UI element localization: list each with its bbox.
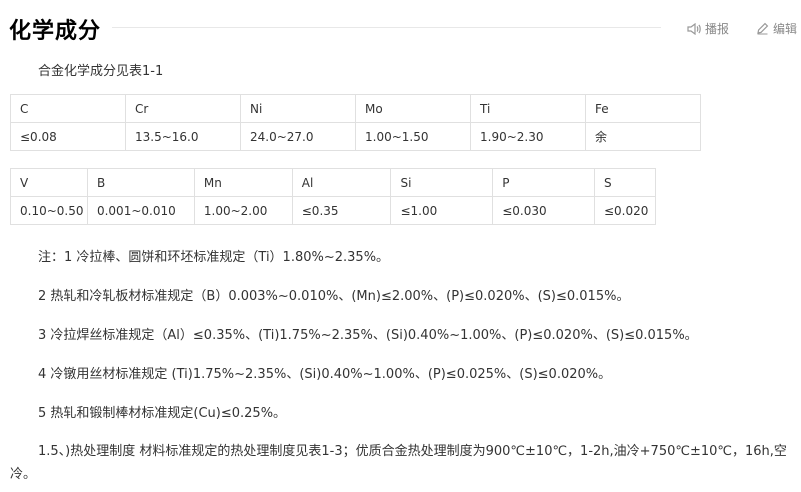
table-cell: Mn: [193, 168, 293, 197]
table-row: ≤0.08 13.5~16.0 24.0~27.0 1.00~1.50 1.90…: [10, 122, 701, 151]
table-row: 0.10~0.50 0.001~0.010 1.00~2.00 ≤0.35 ≤1…: [10, 196, 657, 225]
table-cell: Al: [291, 168, 392, 197]
page-title: 化学成分: [9, 19, 102, 44]
table-cell: B: [86, 168, 195, 197]
table-cell: C: [10, 94, 126, 123]
table-cell: ≤1.00: [390, 196, 494, 225]
table-cell: ≤0.030: [492, 196, 595, 225]
table-cell: P: [492, 168, 595, 197]
table-cell: ≤0.020: [593, 196, 657, 225]
heat-treatment-paragraph: 1.5、)热处理制度 材料标准规定的热处理制度见表1-3；优质合金热处理制度为9…: [10, 444, 787, 482]
table-cell: 0.001~0.010: [86, 196, 195, 225]
header-divider: [112, 27, 661, 28]
speaker-icon: [687, 22, 701, 35]
section-header: 化学成分 播报 编辑: [0, 0, 801, 56]
table-header-row: C Cr Ni Mo Ti Fe: [10, 94, 701, 123]
composition-table-2: V B Mn Al Si P S 0.10~0.50 0.001~0.010 1…: [10, 168, 657, 225]
table-cell: ≤0.08: [10, 122, 126, 151]
intro-text: 合金化学成分见表1-1: [38, 64, 164, 79]
table-cell: Si: [390, 168, 494, 197]
table-header-row: V B Mn Al Si P S: [10, 168, 657, 197]
edit-button[interactable]: 编辑: [756, 20, 797, 37]
table-cell: Ti: [470, 94, 586, 123]
pencil-icon: [757, 22, 769, 35]
table-cell: Cr: [125, 94, 241, 123]
table-cell: Mo: [355, 94, 471, 123]
table-cell: 24.0~27.0: [240, 122, 356, 151]
table-cell: Fe: [585, 94, 701, 123]
table-cell: S: [593, 168, 657, 197]
table-cell: 1.90~2.30: [470, 122, 586, 151]
note-paragraph: 4 冷镦用丝材标准规定 (Ti)1.75%~2.35%、(Si)0.40%~1.…: [38, 367, 612, 382]
table-cell: ≤0.35: [291, 196, 392, 225]
table-cell: 1.00~1.50: [355, 122, 471, 151]
table-cell: 13.5~16.0: [125, 122, 241, 151]
broadcast-label: 播报: [705, 22, 730, 36]
composition-table-1: C Cr Ni Mo Ti Fe ≤0.08 13.5~16.0 24.0~27…: [10, 94, 701, 151]
edit-label: 编辑: [773, 22, 798, 36]
broadcast-button[interactable]: 播报: [687, 20, 729, 37]
table-cell: 0.10~0.50: [10, 196, 88, 225]
table-cell: 1.00~2.00: [193, 196, 293, 225]
note-paragraph: 3 冷拉焊丝标准规定（Al）≤0.35%、(Ti)1.75%~2.35%、(Si…: [38, 328, 698, 343]
note-paragraph: 2 热轧和冷轧板材标准规定（B）0.003%~0.010%、(Mn)≤2.00%…: [38, 289, 630, 304]
note-paragraph: 5 热轧和锻制棒材标准规定(Cu)≤0.25%。: [38, 406, 287, 421]
table-cell: 余: [585, 122, 701, 151]
table-cell: V: [10, 168, 88, 197]
table-cell: Ni: [240, 94, 356, 123]
note-paragraph: 注：1 冷拉棒、圆饼和环坯标准规定（Ti）1.80%~2.35%。: [38, 250, 390, 265]
